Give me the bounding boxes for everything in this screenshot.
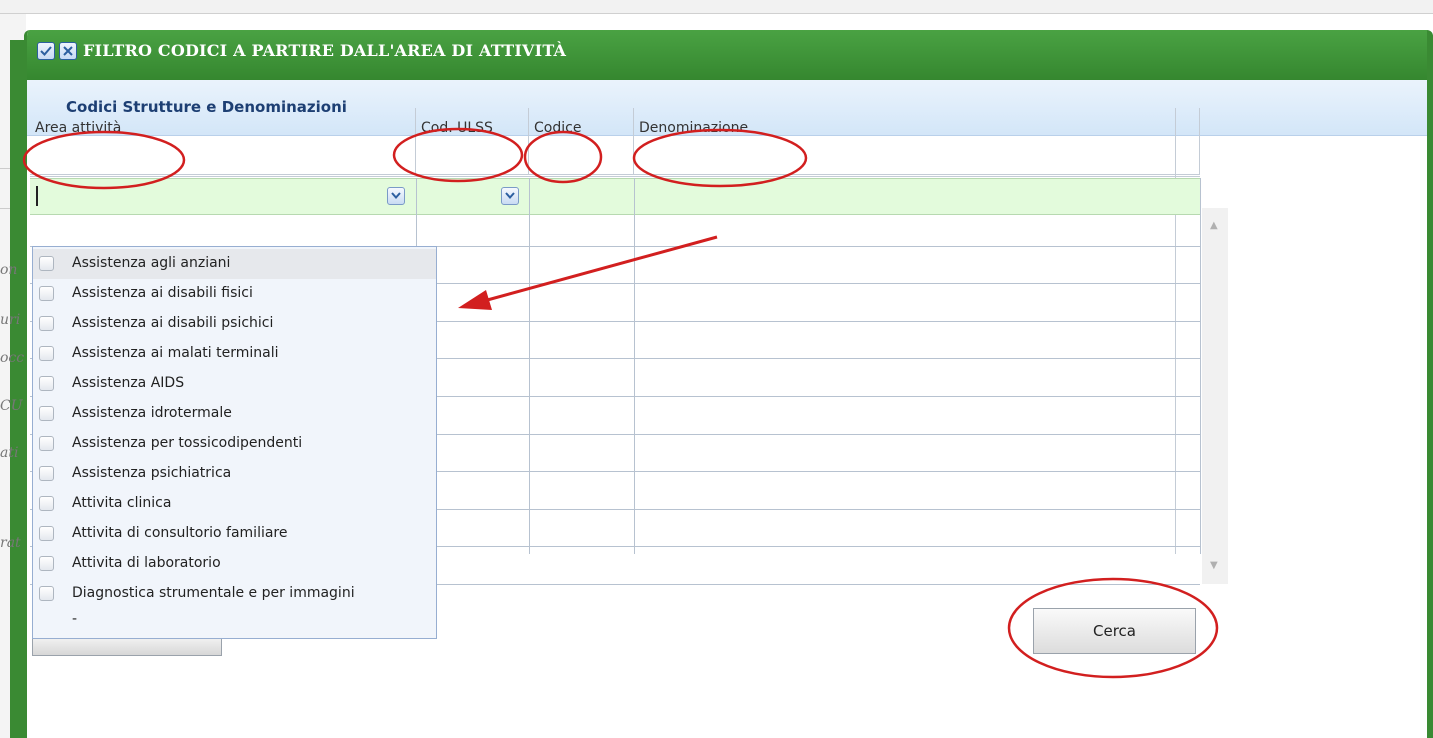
checkbox[interactable] [39, 346, 54, 361]
checkbox[interactable] [39, 436, 54, 451]
column-divider [529, 178, 530, 554]
checkbox[interactable] [39, 406, 54, 421]
column-header-ulss[interactable]: Cod. ULSS [416, 108, 529, 174]
checkbox[interactable] [39, 466, 54, 481]
list-item[interactable]: Assistenza psichiatrica [33, 459, 436, 489]
search-button[interactable]: Cerca [1033, 608, 1196, 654]
list-item[interactable]: Attivita di consultorio familiare [33, 519, 436, 549]
dialog-title: FILTRO CODICI A PARTIRE DALL'AREA DI ATT… [83, 41, 567, 60]
column-header-area[interactable]: Area attività [30, 108, 416, 174]
list-item[interactable]: Diagnostica strumentale e per immagini [33, 579, 436, 609]
list-item[interactable]: Assistenza idrotermale [33, 399, 436, 429]
column-header-codice[interactable]: Codice [529, 108, 634, 174]
column-divider [1200, 178, 1201, 554]
chevron-down-icon[interactable] [501, 187, 519, 205]
grid-scrollbar[interactable]: ▲ ▼ [1202, 208, 1228, 584]
checkbox[interactable] [39, 376, 54, 391]
checkbox[interactable] [39, 556, 54, 571]
checkbox[interactable] [39, 586, 54, 601]
list-trailing-text: - [72, 611, 78, 627]
dialog-titlebar: FILTRO CODICI A PARTIRE DALL'AREA DI ATT… [27, 30, 1427, 80]
column-divider [634, 178, 635, 554]
checkbox[interactable] [39, 496, 54, 511]
list-item[interactable]: Assistenza agli anziani [33, 249, 436, 279]
header-separator [30, 174, 1200, 177]
filter-row [30, 178, 1200, 215]
checkbox[interactable] [39, 316, 54, 331]
background-toolbar [0, 0, 1433, 14]
list-item[interactable]: Attivita clinica [33, 489, 436, 519]
close-icon[interactable] [59, 42, 77, 60]
checkbox[interactable] [39, 256, 54, 271]
column-header-denominazione[interactable]: Denominazione [634, 108, 1200, 174]
list-item[interactable]: Assistenza ai disabili fisici [33, 279, 436, 309]
scroll-down-icon[interactable]: ▼ [1210, 560, 1218, 571]
area-filter-input[interactable] [36, 186, 38, 206]
check-icon[interactable] [37, 42, 55, 60]
dropdown-footer [32, 639, 222, 656]
checkbox[interactable] [39, 526, 54, 541]
scroll-up-icon[interactable]: ▲ [1210, 220, 1218, 231]
chevron-down-icon[interactable] [387, 187, 405, 205]
list-item[interactable]: Assistenza ai malati terminali [33, 339, 436, 369]
area-dropdown-list: Assistenza agli anziani Assistenza ai di… [32, 246, 437, 639]
checkbox[interactable] [39, 286, 54, 301]
list-item[interactable]: Attivita di laboratorio [33, 549, 436, 579]
list-item[interactable]: Assistenza AIDS [33, 369, 436, 399]
list-item[interactable]: Assistenza ai disabili psichici [33, 309, 436, 339]
list-item[interactable]: Assistenza per tossicodipendenti [33, 429, 436, 459]
